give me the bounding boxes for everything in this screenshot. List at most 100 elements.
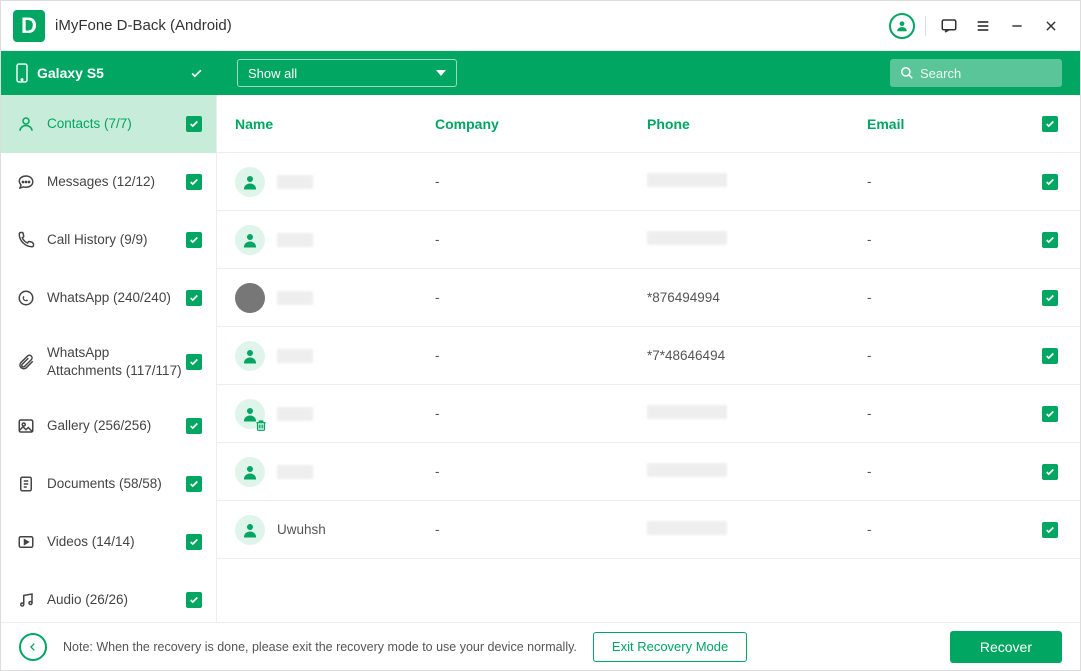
sidebar-checkbox[interactable] <box>186 592 202 608</box>
header-name[interactable]: Name <box>235 116 435 132</box>
cell-email: - <box>867 232 1038 247</box>
sidebar: Contacts (7/7) Messages (12/12) Call His… <box>1 95 217 622</box>
table-row[interactable]: - - <box>217 153 1080 211</box>
sidebar-item-label: Messages (12/12) <box>47 173 186 191</box>
sidebar-item[interactable]: Contacts (7/7) <box>1 95 216 153</box>
app-logo: D <box>13 10 45 42</box>
cell-phone: *876494994 <box>647 290 867 305</box>
header-phone[interactable]: Phone <box>647 116 867 132</box>
select-all-checkbox[interactable] <box>1042 116 1058 132</box>
avatar <box>235 225 265 255</box>
row-checkbox[interactable] <box>1042 290 1058 306</box>
table-row[interactable]: Uwuhsh - - <box>217 501 1080 559</box>
menu-icon[interactable] <box>966 9 1000 43</box>
sidebar-item-label: Contacts (7/7) <box>47 115 186 133</box>
cell-email: - <box>867 464 1038 479</box>
back-button[interactable] <box>19 633 47 661</box>
search-box[interactable] <box>890 59 1062 87</box>
avatar <box>235 457 265 487</box>
table-row[interactable]: - - <box>217 443 1080 501</box>
audio-icon <box>15 591 37 609</box>
sidebar-item-label: WhatsApp (240/240) <box>47 289 186 307</box>
cell-company: - <box>435 522 647 537</box>
sidebar-item[interactable]: Documents (58/58) <box>1 455 216 513</box>
sidebar-item[interactable]: Audio (26/26) <box>1 571 216 622</box>
sidebar-checkbox[interactable] <box>186 174 202 190</box>
sidebar-checkbox[interactable] <box>186 476 202 492</box>
message-icon <box>15 173 37 191</box>
filter-dropdown[interactable]: Show all <box>237 59 457 87</box>
feedback-icon[interactable] <box>932 9 966 43</box>
sidebar-item[interactable]: WhatsApp Attachments (117/117) <box>1 327 216 397</box>
cell-email: - <box>867 406 1038 421</box>
cell-email: - <box>867 290 1038 305</box>
sidebar-item-label: WhatsApp Attachments (117/117) <box>47 344 186 379</box>
cell-phone <box>647 173 867 190</box>
phone-icon <box>15 63 29 83</box>
cell-phone <box>647 521 867 538</box>
sidebar-item[interactable]: Call History (9/9) <box>1 211 216 269</box>
avatar <box>235 341 265 371</box>
close-button[interactable] <box>1034 9 1068 43</box>
sidebar-checkbox[interactable] <box>186 534 202 550</box>
row-checkbox[interactable] <box>1042 174 1058 190</box>
cell-email: - <box>867 348 1038 363</box>
sidebar-checkbox[interactable] <box>186 354 202 370</box>
cell-company: - <box>435 406 647 421</box>
sidebar-checkbox[interactable] <box>186 232 202 248</box>
sidebar-item-label: Gallery (256/256) <box>47 417 186 435</box>
sidebar-item[interactable]: Gallery (256/256) <box>1 397 216 455</box>
row-checkbox[interactable] <box>1042 522 1058 538</box>
header-company[interactable]: Company <box>435 116 647 132</box>
row-checkbox[interactable] <box>1042 348 1058 364</box>
minimize-button[interactable] <box>1000 9 1034 43</box>
cell-company: - <box>435 290 647 305</box>
recover-button[interactable]: Recover <box>950 631 1062 663</box>
filter-label: Show all <box>248 66 297 81</box>
avatar <box>235 283 265 313</box>
cell-phone <box>647 405 867 422</box>
sidebar-item[interactable]: WhatsApp (240/240) <box>1 269 216 327</box>
footer-note: Note: When the recovery is done, please … <box>63 640 577 654</box>
titlebar: D iMyFone D-Back (Android) <box>1 1 1080 51</box>
search-icon <box>900 66 914 80</box>
sidebar-item-label: Call History (9/9) <box>47 231 186 249</box>
row-checkbox[interactable] <box>1042 406 1058 422</box>
document-icon <box>15 475 37 493</box>
table-header: Name Company Phone Email <box>217 95 1080 153</box>
table-row[interactable]: - - <box>217 211 1080 269</box>
table-row[interactable]: - *7*48646494 - <box>217 327 1080 385</box>
sidebar-item[interactable]: Videos (14/14) <box>1 513 216 571</box>
app-title: iMyFone D-Back (Android) <box>55 17 232 34</box>
device-selector[interactable]: Galaxy S5 <box>1 51 217 95</box>
sidebar-item-label: Videos (14/14) <box>47 533 186 551</box>
sidebar-item-label: Audio (26/26) <box>47 591 186 609</box>
phone-icon <box>15 231 37 249</box>
whatsapp-icon <box>15 289 37 307</box>
contact-icon <box>15 115 37 133</box>
cell-email: - <box>867 174 1038 189</box>
cell-company: - <box>435 464 647 479</box>
row-checkbox[interactable] <box>1042 464 1058 480</box>
row-checkbox[interactable] <box>1042 232 1058 248</box>
search-input[interactable] <box>920 66 1052 81</box>
chevron-down-icon <box>436 70 446 76</box>
cell-phone: *7*48646494 <box>647 348 867 363</box>
cell-phone <box>647 231 867 248</box>
exit-recovery-button[interactable]: Exit Recovery Mode <box>593 632 747 662</box>
avatar <box>235 167 265 197</box>
sidebar-item[interactable]: Messages (12/12) <box>1 153 216 211</box>
contacts-table: Name Company Phone Email - - - - - *8764… <box>217 95 1080 622</box>
table-row[interactable]: - - <box>217 385 1080 443</box>
cell-company: - <box>435 232 647 247</box>
cell-company: - <box>435 348 647 363</box>
video-icon <box>15 533 37 551</box>
cell-phone <box>647 463 867 480</box>
account-button[interactable] <box>885 9 919 43</box>
table-row[interactable]: - *876494994 - <box>217 269 1080 327</box>
header-email[interactable]: Email <box>867 116 1038 132</box>
sidebar-checkbox[interactable] <box>186 418 202 434</box>
sidebar-checkbox[interactable] <box>186 116 202 132</box>
sidebar-checkbox[interactable] <box>186 290 202 306</box>
sidebar-item-label: Documents (58/58) <box>47 475 186 493</box>
